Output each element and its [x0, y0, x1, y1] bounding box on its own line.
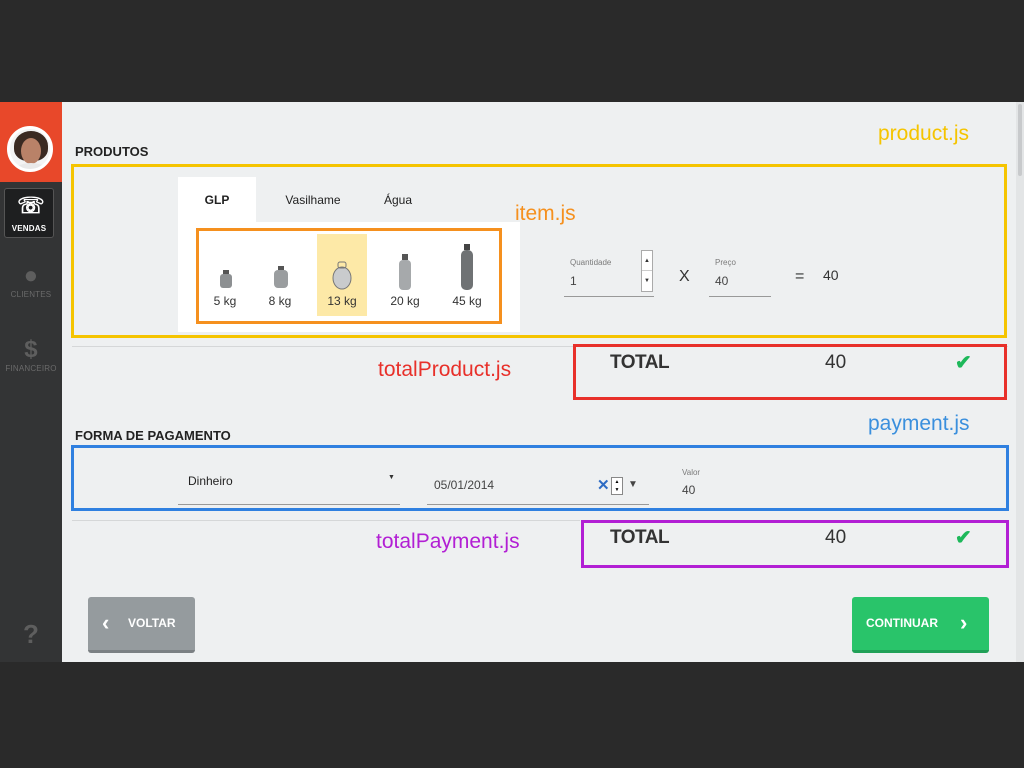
annotation-payment: payment.js — [868, 412, 970, 435]
scrollbar-thumb[interactable] — [1018, 104, 1022, 176]
annotation-frame-item — [196, 228, 502, 324]
sidebar-item-label: CLIENTES — [10, 290, 52, 299]
avatar-header — [0, 102, 62, 182]
continue-button-label: CONTINUAR — [866, 616, 938, 630]
chevron-right-icon: › — [960, 610, 968, 635]
sidebar: ☏ VENDAS ● CLIENTES $ FINANCEIRO ? — [0, 102, 62, 662]
sidebar-item-label: VENDAS — [11, 224, 47, 233]
help-icon: ? — [22, 619, 40, 649]
chevron-left-icon: ‹ — [102, 610, 110, 635]
back-button[interactable]: ‹ VOLTAR — [88, 597, 195, 653]
annotation-frame-payment — [71, 445, 1009, 511]
annotation-frame-total-product — [573, 344, 1007, 400]
slide-top-band — [0, 0, 1024, 102]
app-window: ☏ VENDAS ● CLIENTES $ FINANCEIRO ? produ… — [0, 102, 1024, 662]
annotation-product: product.js — [878, 122, 970, 145]
sidebar-item-help[interactable]: ? — [0, 620, 62, 648]
continue-button[interactable]: CONTINUAR › — [852, 597, 989, 653]
dollar-icon: $ — [24, 336, 38, 363]
annotation-frame-total-payment — [581, 520, 1009, 568]
phone-dollar-icon: ☏ — [17, 193, 45, 218]
sidebar-item-label: FINANCEIRO — [5, 364, 57, 373]
slide-bottom-band — [0, 662, 1024, 768]
sidebar-item-vendas[interactable]: ☏ VENDAS — [0, 188, 62, 238]
sidebar-item-financeiro[interactable]: $ FINANCEIRO — [0, 336, 62, 373]
section-title-produtos: PRODUTOS — [75, 144, 149, 159]
avatar[interactable] — [7, 126, 53, 172]
scrollbar[interactable] — [1016, 102, 1024, 662]
annotation-total-product: totalProduct.js — [378, 358, 512, 381]
annotation-total-payment: totalPayment.js — [376, 530, 520, 553]
user-icon: ● — [23, 262, 39, 289]
back-button-label: VOLTAR — [128, 616, 176, 630]
divider — [72, 520, 580, 521]
section-title-pagamento: FORMA DE PAGAMENTO — [75, 428, 231, 443]
sidebar-item-clientes[interactable]: ● CLIENTES — [0, 262, 62, 299]
